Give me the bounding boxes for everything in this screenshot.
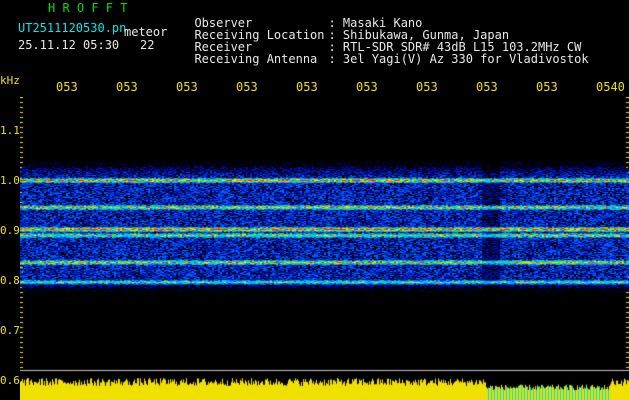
x-tick-label: 053 xyxy=(56,80,78,94)
y-tick-label: 0.9 xyxy=(0,224,20,237)
spectrogram-canvas xyxy=(20,97,629,400)
file-name: UT2511120530.pn xyxy=(18,21,127,35)
x-tick-label: 053 xyxy=(176,80,198,94)
x-tick-label: 053 xyxy=(356,80,378,94)
y-tick-label: 0.8 xyxy=(0,274,20,287)
y-tick-label: 0.7 xyxy=(0,324,20,337)
x-tick-label: 053 xyxy=(536,80,558,94)
meteor-label: meteor xyxy=(124,25,168,39)
info-value: : 3el Yagi(V) Az 330 for Vladivostok xyxy=(328,52,589,66)
x-tick-label: 053 xyxy=(296,80,318,94)
x-tick-label: 0540 xyxy=(596,80,625,94)
datetime: 25.11.12 05:30 xyxy=(18,38,120,52)
x-tick-label: 053 xyxy=(236,80,258,94)
y-axis-unit: kHz xyxy=(0,74,20,87)
y-tick-label: 0.6 xyxy=(0,374,20,387)
x-tick-label: 053 xyxy=(476,80,498,94)
x-tick-label: 053 xyxy=(416,80,438,94)
y-tick-label: 1.1 xyxy=(0,124,20,137)
info-antenna: Receiving Antenna : 3el Yagi(V) Az 330 fo… xyxy=(180,41,589,66)
y-tick-label: 1.0 xyxy=(0,174,20,187)
meteor-count: 22 xyxy=(140,38,155,52)
info-label: Receiving Antenna xyxy=(194,52,318,66)
app-title: H R O F F T xyxy=(48,1,128,15)
x-tick-label: 053 xyxy=(116,80,138,94)
